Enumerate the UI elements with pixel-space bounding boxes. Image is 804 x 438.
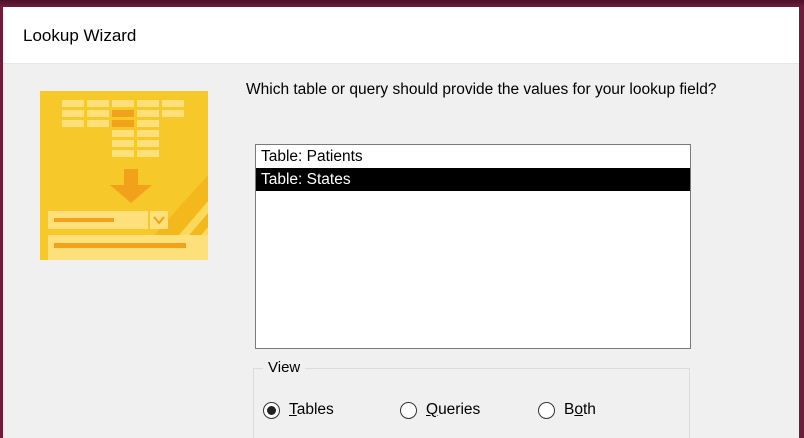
lookup-source-prompt: Which table or query should provide the … — [246, 81, 717, 98]
lookup-wizard-dialog: Lookup Wizard Which table or query shoul… — [3, 7, 799, 438]
queries-radio-option[interactable]: Queries — [400, 399, 480, 421]
lookup-wizard-illustration-icon — [40, 91, 208, 260]
list-item-states[interactable]: Table: States — [256, 168, 690, 191]
view-group-legend: View — [263, 359, 306, 376]
window-title: Lookup Wizard — [23, 26, 137, 45]
title-bar[interactable]: Lookup Wizard — [3, 7, 799, 64]
both-radio-option[interactable]: Both — [538, 399, 596, 421]
list-item-patients[interactable]: Table: Patients — [256, 145, 690, 168]
both-radio-label: Both — [564, 401, 596, 418]
queries-radio-label: Queries — [426, 401, 481, 418]
table-query-listbox[interactable]: Table: Patients Table: States — [255, 144, 691, 349]
queries-radio-button[interactable] — [400, 401, 417, 419]
tables-radio-button[interactable] — [263, 401, 280, 419]
tables-radio-option[interactable]: Tables — [263, 399, 334, 421]
tables-radio-label: Tables — [289, 401, 334, 418]
both-radio-button[interactable] — [538, 401, 555, 419]
window-frame-top — [0, 0, 804, 7]
